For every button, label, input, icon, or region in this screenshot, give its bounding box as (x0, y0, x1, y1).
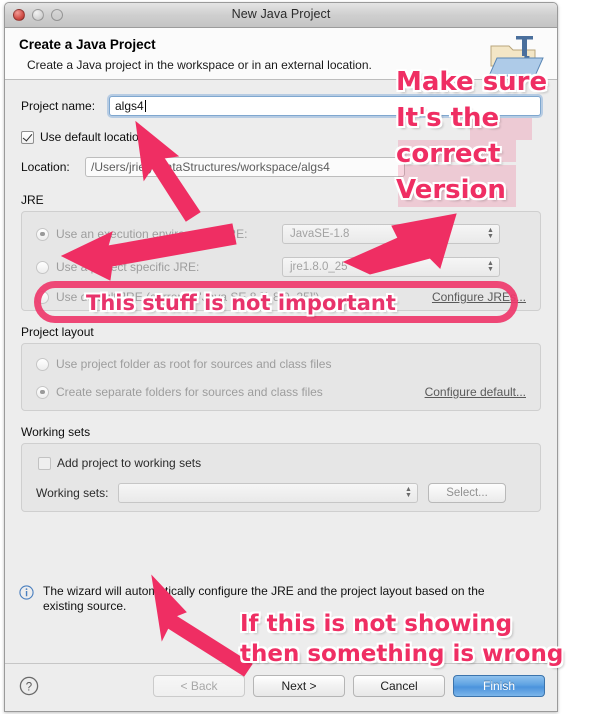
window-titlebar[interactable]: New Java Project (5, 3, 557, 28)
info-line-2: existing source. (43, 599, 127, 613)
jre-project-specific-combo[interactable]: jre1.8.0_25 ▲ ▼ (282, 257, 500, 277)
location-label: Location: (21, 160, 70, 174)
use-default-location-label: Use default location (40, 130, 146, 144)
svg-text:?: ? (26, 681, 32, 693)
jre-project-specific-value: jre1.8.0_25 (290, 261, 348, 273)
project-layout-group-label: Project layout (21, 325, 94, 339)
add-to-working-sets-row[interactable]: Add project to working sets (36, 456, 526, 470)
location-input[interactable]: /Users/jriely/DataStructures/workspace/a… (85, 157, 405, 177)
chevron-updown-icon: ▲ ▼ (487, 260, 494, 273)
project-name-label: Project name: (21, 99, 96, 113)
jre-section: JRE Use an execution environment JRE: Ja… (21, 193, 541, 311)
jre-execution-env-row[interactable]: Use an execution environment JRE: JavaSE… (36, 224, 526, 244)
configure-default-link[interactable]: Configure default... (425, 385, 526, 399)
jre-project-specific-radio[interactable] (36, 260, 49, 274)
jre-default-radio[interactable] (36, 290, 49, 304)
screenshot-root: New Java Project Create a Java Project C… (0, 0, 604, 714)
jre-project-specific-label: Use a project specific JRE: (56, 260, 200, 274)
jre-execution-env-value: JavaSE-1.8 (290, 228, 350, 240)
location-row: Location: /Users/jriely/DataStructures/w… (21, 157, 541, 177)
cancel-button[interactable]: Cancel (353, 675, 445, 697)
chevron-updown-icon: ▲ ▼ (405, 486, 412, 499)
new-java-project-dialog: New Java Project Create a Java Project C… (4, 2, 558, 712)
wizard-form: Project name: algs4 Use default location… (5, 96, 557, 512)
working-sets-label: Working sets: (36, 486, 109, 500)
jre-group-box: Use an execution environment JRE: JavaSE… (21, 211, 541, 311)
java-project-folder-icon (488, 36, 544, 77)
text-caret (144, 100, 146, 112)
page-title: Create a Java Project (19, 37, 156, 52)
configure-jre-link[interactable]: Configure JREs... (432, 290, 526, 304)
working-sets-combo[interactable]: ▲ ▼ (118, 483, 418, 503)
project-layout-section: Project layout Use project folder as roo… (21, 325, 541, 411)
dialog-button-bar: ? < Back Next > Cancel Finish (5, 663, 557, 711)
layout-root-radio[interactable] (36, 357, 49, 371)
jre-execution-env-combo[interactable]: JavaSE-1.8 ▲ ▼ (282, 224, 500, 244)
page-subtitle: Create a Java project in the workspace o… (27, 58, 372, 72)
project-name-value: algs4 (115, 99, 144, 113)
project-name-input[interactable]: algs4 (109, 96, 541, 116)
layout-root-row[interactable]: Use project folder as root for sources a… (36, 357, 526, 371)
add-to-working-sets-checkbox[interactable] (38, 456, 51, 470)
working-sets-row: Working sets: ▲ ▼ Select... (36, 483, 526, 503)
wizard-buttons: < Back Next > Cancel Finish (153, 675, 545, 697)
dialog-body: Create a Java Project Create a Java proj… (5, 28, 557, 711)
back-button[interactable]: < Back (153, 675, 245, 697)
layout-separate-row[interactable]: Create separate folders for sources and … (36, 385, 526, 399)
project-layout-group-box: Use project folder as root for sources a… (21, 343, 541, 411)
finish-button[interactable]: Finish (453, 675, 545, 697)
layout-root-label: Use project folder as root for sources a… (56, 357, 332, 371)
use-default-location-row[interactable]: Use default location (21, 130, 541, 144)
jre-project-specific-row[interactable]: Use a project specific JRE: jre1.8.0_25 ▲… (36, 257, 526, 277)
window-title: New Java Project (231, 7, 331, 21)
working-sets-group-box: Add project to working sets Working sets… (21, 443, 541, 512)
project-name-row: Project name: algs4 (21, 96, 541, 116)
info-message-text: The wizard will automatically configure … (43, 584, 485, 626)
layout-separate-label: Create separate folders for sources and … (56, 385, 323, 399)
use-default-location-checkbox[interactable] (21, 130, 34, 144)
info-message: The wizard will automatically configure … (5, 576, 557, 626)
working-sets-group-label: Working sets (21, 425, 91, 439)
jre-default-label: Use default JRE (currently 'Java SE 8 [1… (56, 290, 320, 304)
jre-execution-env-radio[interactable] (36, 227, 49, 241)
select-working-sets-button[interactable]: Select... (428, 483, 506, 503)
info-line-1: The wizard will automatically configure … (43, 584, 485, 598)
chevron-updown-icon: ▲ ▼ (487, 227, 494, 240)
add-to-working-sets-label: Add project to working sets (57, 456, 202, 470)
jre-execution-env-label: Use an execution environment JRE: (56, 227, 248, 241)
next-button[interactable]: Next > (253, 675, 345, 697)
jre-group-label: JRE (21, 193, 44, 207)
layout-separate-radio[interactable] (36, 385, 49, 399)
help-button[interactable]: ? (19, 676, 39, 696)
wizard-header: Create a Java Project Create a Java proj… (5, 28, 557, 80)
info-icon (19, 585, 34, 600)
working-sets-section: Working sets Add project to working sets… (21, 425, 541, 512)
jre-default-row[interactable]: Use default JRE (currently 'Java SE 8 [1… (36, 290, 526, 304)
